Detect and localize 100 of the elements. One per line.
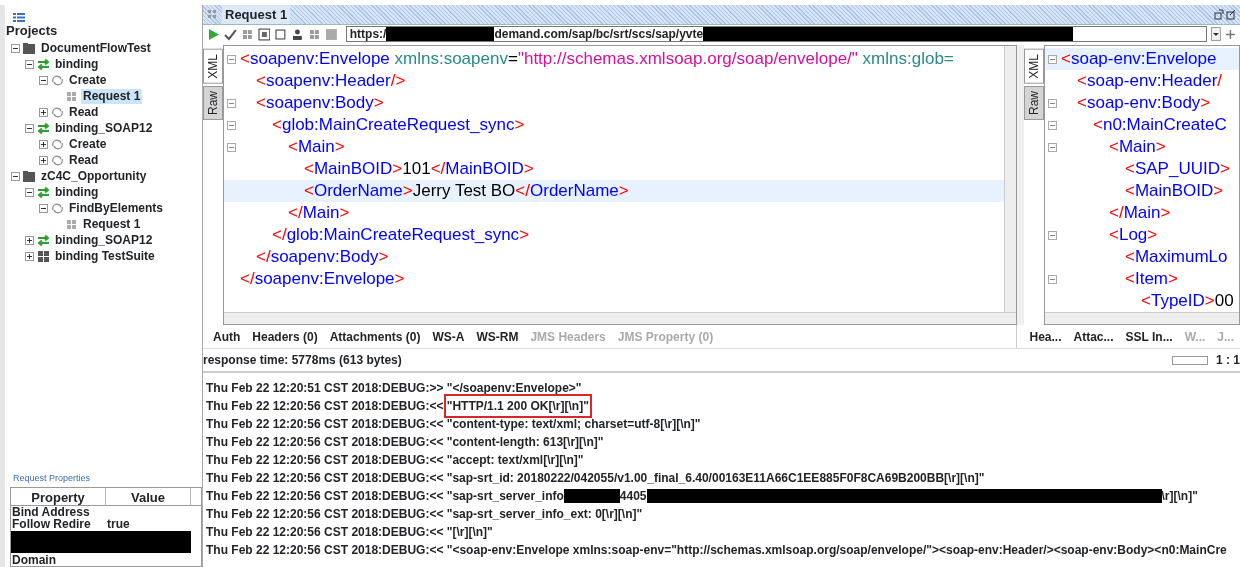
collapse-icon[interactable] — [25, 60, 34, 69]
code-line: <glob:MainCreateRequest_sync> — [271, 114, 525, 137]
tree-item[interactable]: zC4C_Opportunity — [39, 169, 149, 184]
expand-icon[interactable] — [39, 156, 48, 165]
code-line: <OrderName>Jerry Test BO</OrderName> — [303, 180, 629, 203]
collapse-icon[interactable] — [39, 204, 48, 213]
tree-item[interactable]: binding_SOAP12 — [53, 121, 155, 136]
code-line: <TypeID>00 — [1140, 290, 1234, 312]
dropdown-icon[interactable] — [1211, 27, 1222, 41]
fold-icon[interactable] — [1048, 98, 1057, 108]
code-line: <Item> — [1124, 268, 1178, 291]
collapse-icon[interactable] — [11, 172, 20, 181]
loop-icon — [51, 75, 64, 86]
code-line: </Main> — [287, 202, 350, 225]
folder-icon — [23, 43, 36, 54]
log-text: Thu Feb 22 12:20:56 CST 2018:DEBUG:<< "sap-srt_server_info — [206, 488, 564, 505]
scrollbar[interactable] — [1004, 46, 1016, 312]
code-line: </glob:MainCreateRequest_sync> — [271, 224, 530, 247]
fold-icon[interactable] — [1048, 54, 1057, 64]
view-tab[interactable]: XML — [203, 49, 223, 84]
expand-icon[interactable] — [25, 252, 34, 261]
url-field[interactable]: https:/ demand.com/sap/bc/srt/scs/sap/yvte — [345, 26, 1208, 42]
expand-icon[interactable] — [25, 236, 34, 245]
view-tab[interactable]: Raw — [203, 85, 223, 120]
code-line: <n0:MainCreateC — [1092, 114, 1227, 137]
scrollbar[interactable] — [224, 312, 1016, 324]
tree-item[interactable]: binding TestSuite — [53, 249, 157, 264]
code-line: <Main> — [287, 136, 345, 159]
expand-icon[interactable] — [39, 108, 48, 117]
table-cell-text: Follow Redire — [11, 518, 92, 530]
tree-item[interactable]: Request 1 — [81, 89, 143, 104]
restore-icon[interactable] — [1214, 9, 1236, 20]
cursor-position: 1 : 1 — [1216, 352, 1240, 369]
tree-item[interactable]: binding — [53, 185, 101, 200]
xml-editor[interactable]: <soap-env:Envelope <soap-env:Header/ <soap-env:Body> <n0:MainCreateC <Main> <SAP_UUID> <MainBOID> </Main> <Log> <MaximumLo <Item> <TypeID>00 — [1044, 45, 1240, 325]
fold-icon[interactable] — [1048, 142, 1057, 152]
loop-icon — [51, 203, 64, 214]
column-header[interactable]: Property — [11, 488, 106, 506]
collapse-icon[interactable] — [25, 124, 34, 133]
person-icon[interactable] — [291, 27, 305, 41]
code-line: <MainBOID> — [1124, 180, 1224, 203]
folder-icon — [23, 171, 36, 182]
scrollbar[interactable] — [1045, 312, 1239, 324]
fold-icon[interactable] — [1048, 120, 1057, 130]
code-line: </soapenv:Envelope> — [240, 268, 405, 291]
expand-icon[interactable] — [39, 140, 48, 149]
fold-icon[interactable] — [227, 54, 236, 64]
tab[interactable]: WS-RM — [470, 327, 525, 346]
table-cell-text: Bind Address — [11, 506, 91, 518]
tab[interactable]: Headers (0) — [246, 327, 324, 346]
tree-item[interactable]: Request 1 — [81, 217, 143, 232]
add-icon[interactable] — [1225, 28, 1236, 40]
tab[interactable]: WS-A — [426, 327, 471, 346]
tree-item[interactable]: Read — [67, 153, 101, 168]
log-text: Thu Feb 22 12:20:56 CST 2018:DEBUG:<< "accept: text/xml[\r][\n]" — [206, 452, 584, 469]
code-line: <soap-env:Header/ — [1076, 70, 1223, 93]
window-title: Request 1 — [222, 4, 291, 25]
fold-icon[interactable] — [227, 120, 236, 130]
tree-item[interactable]: Read — [67, 105, 101, 120]
collapse-icon[interactable] — [25, 188, 34, 197]
tab[interactable]: Attachments (0) — [323, 327, 427, 346]
view-tab[interactable]: XML — [1024, 49, 1044, 84]
status-field — [1172, 355, 1208, 365]
response-time: response time: 5778ms (613 bytes) — [203, 352, 402, 369]
tree-item[interactable]: Create — [67, 73, 109, 88]
column-header[interactable]: Value — [106, 488, 191, 506]
tab[interactable]: SSL In... — [1119, 327, 1179, 346]
check-icon[interactable] — [223, 27, 237, 41]
fold-icon[interactable] — [227, 98, 236, 108]
code-line: <MaximumLo — [1124, 246, 1228, 269]
tree-item[interactable]: Create — [67, 137, 109, 152]
stop-icon[interactable] — [324, 27, 338, 41]
log-text: Thu Feb 22 12:20:56 CST 2018:DEBUG:<< "content-length: 613[\r][\n]" — [206, 434, 604, 451]
tree-item[interactable]: DocumentFlowTest — [39, 41, 153, 56]
tree-item[interactable]: binding — [53, 57, 101, 72]
log-text: 4405 — [619, 488, 647, 505]
log-text: Thu Feb 22 12:20:56 CST 2018:DEBUG:<< "sap-srt_id: 20180222/042055/v1.00_final_6.40/00163E11A66C1EE885F0F8CA69B200BB[\r][\n]" — [206, 470, 985, 487]
list-icon[interactable] — [13, 13, 25, 23]
fold-icon[interactable] — [1048, 230, 1057, 240]
frame-icon[interactable] — [257, 27, 271, 41]
code-line: <MainBOID>101</MainBOID> — [303, 158, 534, 181]
fold-icon[interactable] — [227, 142, 236, 152]
code-line: <soap-env:Envelope — [1061, 48, 1217, 71]
collapse-icon[interactable] — [11, 44, 20, 53]
tree-item[interactable]: binding_SOAP12 — [53, 233, 155, 248]
code-line: <soapenv:Body> — [255, 92, 384, 115]
redaction-bar — [563, 489, 620, 503]
arrows-icon — [37, 59, 50, 70]
tree-item[interactable]: FindByElements — [67, 201, 166, 216]
tab[interactable]: Attac... — [1067, 327, 1120, 346]
view-tab[interactable]: Raw — [1024, 85, 1044, 120]
fold-icon[interactable] — [1048, 274, 1057, 284]
tab[interactable]: Hea... — [1023, 327, 1068, 346]
tab[interactable]: Auth — [207, 327, 247, 346]
arrows-icon — [37, 235, 50, 246]
square-icon[interactable] — [274, 27, 288, 41]
log-text: Thu Feb 22 12:20:56 CST 2018:DEBUG:<< "sap-srt_server_info_ext: 0[\r][\n]" — [206, 506, 643, 523]
collapse-icon[interactable] — [39, 76, 48, 85]
table-cell-text: Domain — [11, 554, 57, 566]
xml-editor[interactable] — [223, 45, 1017, 325]
